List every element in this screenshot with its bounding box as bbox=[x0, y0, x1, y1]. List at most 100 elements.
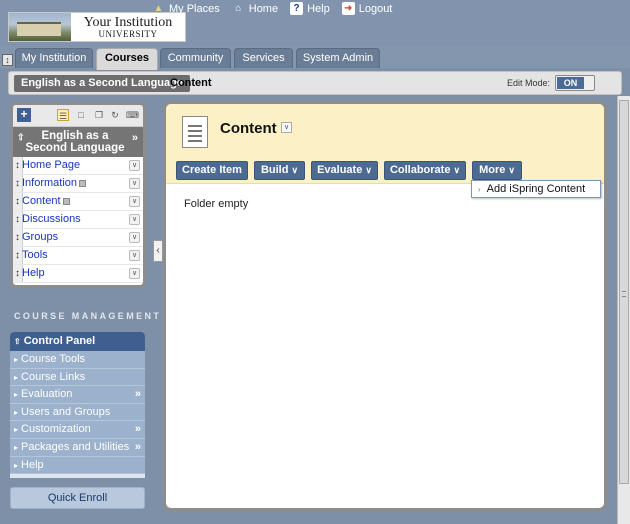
institution-logo[interactable]: Your Institution UNIVERSITY bbox=[8, 12, 186, 42]
add-menu-item-icon[interactable]: + bbox=[17, 108, 31, 122]
more-dropdown-menu: › Add iSpring Content bbox=[471, 180, 601, 198]
chevron-down-icon[interactable]: ∨ bbox=[129, 214, 140, 225]
collapse-icon[interactable]: ⇧ bbox=[17, 131, 25, 143]
chevron-down-icon[interactable]: ∨ bbox=[129, 268, 140, 279]
course-menu-item-label[interactable]: Tools bbox=[22, 247, 48, 264]
add-ispring-content-item[interactable]: Add iSpring Content bbox=[487, 183, 585, 195]
scrollbar-grip-icon bbox=[622, 291, 626, 297]
edit-mode-label: Edit Mode: bbox=[507, 78, 551, 88]
course-menu-toolbar: + ☰ □ ❐ ↻ ⌨ bbox=[13, 105, 143, 127]
tab-courses[interactable]: Courses bbox=[96, 48, 158, 70]
course-menu-item-help[interactable]: ↕ Help ∨ bbox=[13, 265, 143, 283]
course-menu-item-content[interactable]: ↕ Content ∨ bbox=[13, 193, 143, 211]
content-panel: Content ∨ Create Item Build ∨ Evaluate ∨ C… bbox=[163, 101, 607, 511]
course-menu: + ☰ □ ❐ ↻ ⌨ ⇧ English as a Second Langua… bbox=[10, 102, 146, 288]
breadcrumb-course[interactable]: English as a Second Language bbox=[14, 75, 190, 92]
chevron-down-icon[interactable]: ∨ bbox=[129, 250, 140, 261]
tab-my-institution[interactable]: My Institution bbox=[15, 48, 93, 68]
control-panel-header[interactable]: ⇧ Control Panel bbox=[10, 332, 145, 351]
control-panel-item-packages-and-utilities[interactable]: ▸ Packages and Utilities » bbox=[10, 438, 145, 457]
arrow-right-icon: ▸ bbox=[14, 425, 19, 435]
control-panel-item-label: Users and Groups bbox=[21, 405, 111, 418]
course-menu-item-label[interactable]: Help bbox=[22, 265, 45, 282]
chevron-down-icon[interactable]: ∨ bbox=[129, 196, 140, 207]
course-menu-title[interactable]: ⇧ English as a Second Language » bbox=[13, 127, 143, 157]
course-menu-item-discussions[interactable]: ↕ Discussions ∨ bbox=[13, 211, 143, 229]
expand-collapse-icon[interactable]: ↕ bbox=[2, 54, 13, 66]
campus-building-image bbox=[9, 13, 71, 41]
more-label: More bbox=[479, 164, 506, 176]
scrollbar-thumb[interactable] bbox=[619, 100, 629, 484]
home-icon: ⌂ bbox=[235, 3, 242, 14]
folder-view-icon[interactable]: □ bbox=[75, 109, 87, 121]
evaluate-button[interactable]: Evaluate ∨ bbox=[311, 161, 378, 180]
tab-community[interactable]: Community bbox=[160, 48, 231, 68]
course-menu-item-label[interactable]: Home Page bbox=[22, 157, 80, 174]
control-panel-item-evaluation[interactable]: ▸ Evaluation » bbox=[10, 386, 145, 404]
course-menu-item-label[interactable]: Information bbox=[22, 177, 77, 189]
control-panel-item-course-tools[interactable]: ▸ Course Tools bbox=[10, 351, 145, 369]
empty-folder-message: Folder empty bbox=[184, 198, 249, 210]
build-button[interactable]: Build ∨ bbox=[254, 161, 305, 180]
control-panel-item-users-and-groups[interactable]: ▸ Users and Groups bbox=[10, 403, 145, 422]
chevron-down-icon[interactable]: ∨ bbox=[281, 122, 292, 133]
vertical-scrollbar[interactable] bbox=[617, 96, 630, 524]
course-menu-item-home-page[interactable]: ↕ Home Page ∨ bbox=[13, 157, 143, 175]
collapse-icon: ⇧ bbox=[14, 337, 21, 346]
help-link[interactable]: ? Help bbox=[290, 2, 330, 15]
course-menu-item-label[interactable]: Content bbox=[22, 195, 61, 207]
course-management-heading: COURSE MANAGEMENT bbox=[14, 311, 162, 321]
logout-link[interactable]: ➜ Logout bbox=[341, 2, 393, 15]
course-menu-item-label[interactable]: Discussions bbox=[22, 211, 81, 228]
add-content-icon[interactable] bbox=[62, 197, 70, 205]
control-panel-title: Control Panel bbox=[23, 335, 96, 347]
add-content-icon[interactable] bbox=[79, 179, 87, 187]
expand-icon[interactable]: » bbox=[132, 132, 138, 144]
list-view-icon[interactable]: ☰ bbox=[57, 109, 69, 121]
build-label: Build bbox=[260, 164, 289, 176]
logout-label: Logout bbox=[358, 2, 393, 15]
my-places-link[interactable]: ▲ My Places bbox=[152, 2, 220, 15]
tab-services[interactable]: Services bbox=[234, 48, 293, 68]
quick-enroll-button[interactable]: Quick Enroll bbox=[10, 487, 145, 509]
course-menu-item-label[interactable]: Groups bbox=[22, 229, 58, 246]
page-title: Content bbox=[220, 120, 277, 137]
create-item-button[interactable]: Create Item bbox=[176, 161, 248, 180]
chevron-down-icon[interactable]: ∨ bbox=[129, 232, 140, 243]
expand-icon[interactable]: » bbox=[135, 421, 141, 438]
course-menu-item-tools[interactable]: ↕ Tools ∨ bbox=[13, 247, 143, 265]
control-panel-item-label: Packages and Utilities bbox=[21, 440, 130, 453]
chevron-down-icon[interactable]: ∨ bbox=[129, 160, 140, 171]
collapse-menu-handle-icon[interactable]: ‹ bbox=[153, 240, 163, 262]
expand-icon[interactable]: » bbox=[135, 439, 141, 456]
top-header: Your Institution UNIVERSITY ▲ My Places … bbox=[0, 0, 630, 46]
control-panel-item-label: Help bbox=[21, 458, 44, 471]
edit-mode-toggle[interactable]: ON bbox=[555, 75, 595, 91]
chevron-down-icon: ∨ bbox=[453, 165, 461, 175]
keyboard-icon[interactable]: ⌨ bbox=[126, 109, 139, 121]
collaborate-button[interactable]: Collaborate ∨ bbox=[384, 161, 466, 180]
new-window-icon[interactable]: ❐ bbox=[93, 109, 105, 121]
chevron-down-icon[interactable]: ∨ bbox=[129, 178, 140, 189]
control-panel-item-label: Course Tools bbox=[21, 353, 86, 365]
control-panel-item-customization[interactable]: ▸ Customization » bbox=[10, 421, 145, 439]
course-menu-item-groups[interactable]: ↕ Groups ∨ bbox=[13, 229, 143, 247]
institution-subtitle: UNIVERSITY bbox=[98, 28, 158, 39]
top-links: ▲ My Places ⌂ Home ? Help ➜ Logout bbox=[152, 2, 392, 15]
home-link[interactable]: ⌂ Home bbox=[232, 2, 278, 15]
help-icon: ? bbox=[290, 2, 304, 15]
course-menu-item-information[interactable]: ↕ Information ∨ bbox=[13, 175, 143, 193]
control-panel-item-help[interactable]: ▸ Help bbox=[10, 456, 145, 475]
chevron-down-icon: ∨ bbox=[365, 165, 372, 175]
more-button[interactable]: More ∨ bbox=[472, 161, 522, 180]
control-panel: ⇧ Control Panel ▸ Course Tools ▸ Course Lin… bbox=[10, 332, 145, 478]
create-item-label: Create Item bbox=[182, 164, 242, 176]
breadcrumb: English as a Second Language Content Edi… bbox=[8, 71, 622, 95]
tab-system-admin[interactable]: System Admin bbox=[296, 48, 380, 68]
expand-icon[interactable]: » bbox=[135, 386, 141, 403]
collaborate-label: Collaborate bbox=[389, 164, 451, 176]
places-icon: ▲ bbox=[153, 3, 164, 14]
refresh-icon[interactable]: ↻ bbox=[109, 109, 121, 121]
course-title: English as a Second Language bbox=[25, 130, 125, 154]
control-panel-item-course-links[interactable]: ▸ Course Links bbox=[10, 368, 145, 387]
